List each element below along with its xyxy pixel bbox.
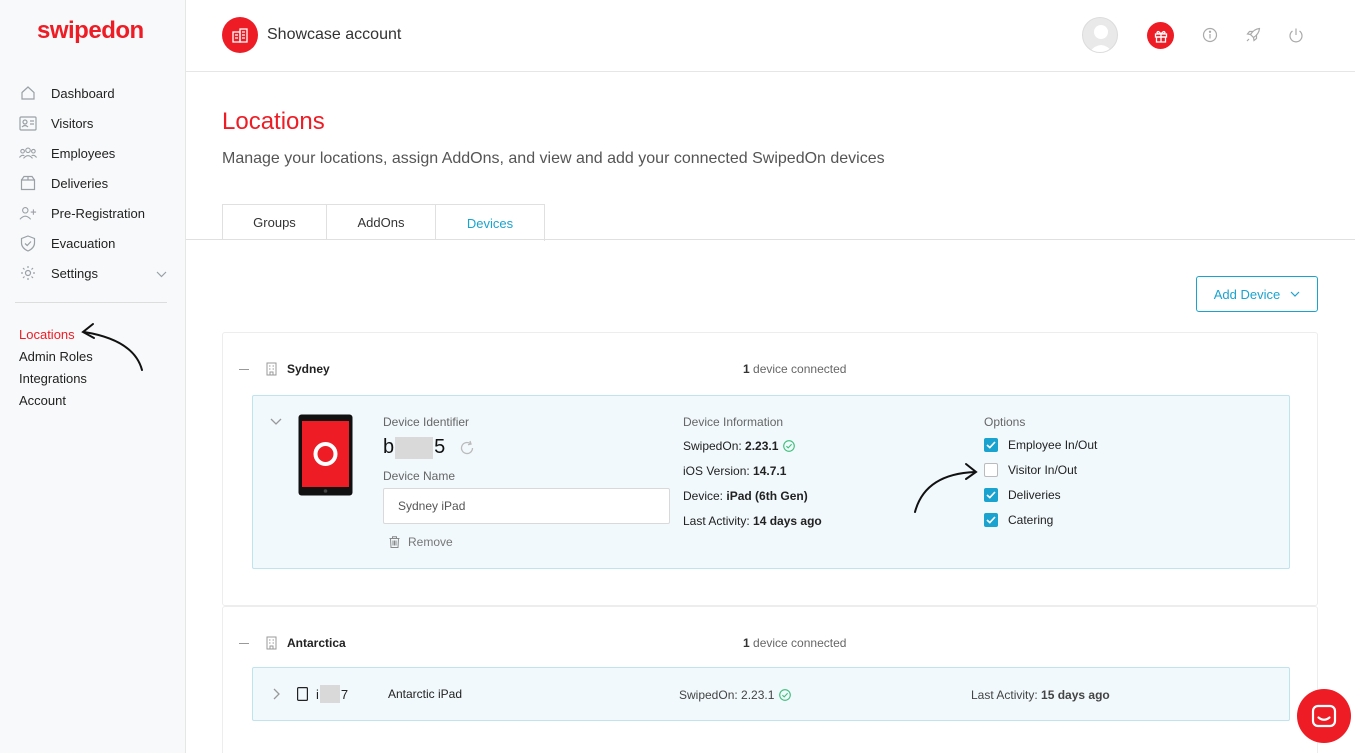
building-icon [232, 28, 248, 43]
page-subtitle: Manage your locations, assign AddOns, an… [222, 150, 885, 167]
checkbox-unchecked[interactable] [984, 463, 998, 477]
annotation-arrow-icon [81, 323, 143, 371]
submenu-item-account[interactable]: Account [19, 389, 93, 411]
power-icon[interactable] [1287, 26, 1305, 44]
device-row[interactable]: i7 Antarctic iPad SwipedOn: 2.23.1 Last … [252, 667, 1290, 721]
chat-icon [1311, 704, 1337, 728]
checkbox-checked[interactable] [984, 488, 998, 502]
sidebar-nav: Dashboard Visitors Employees Deliveries … [19, 78, 169, 288]
rocket-icon[interactable] [1244, 26, 1262, 44]
avatar[interactable] [1082, 17, 1118, 53]
ios-version: iOS Version: 14.7.1 [683, 464, 787, 478]
page-title: Locations [222, 108, 325, 135]
device-identifier-label: Device Identifier [383, 415, 470, 429]
tab-groups[interactable]: Groups [222, 204, 327, 240]
swipedon-logo[interactable]: swipedon [37, 17, 144, 45]
sidebar-item-label: Pre-Registration [51, 205, 145, 221]
device-name-field[interactable] [383, 488, 670, 524]
location-name: Sydney [287, 362, 330, 376]
chevron-down-icon[interactable] [156, 266, 167, 281]
tabs-divider [186, 239, 1355, 240]
sidebar-item-label: Visitors [51, 115, 94, 131]
sidebar-item-settings[interactable]: Settings [19, 258, 169, 288]
chat-button[interactable] [1297, 689, 1351, 743]
gift-button[interactable] [1147, 22, 1174, 49]
sidebar-item-label: Employees [51, 145, 116, 161]
last-activity: Last Activity: 15 days ago [971, 688, 1110, 702]
device-identifier: b5 [383, 436, 475, 459]
tab-addons[interactable]: AddOns [327, 204, 436, 240]
shield-icon [19, 234, 37, 252]
swipedon-version: SwipedOn: 2.23.1 [679, 688, 792, 702]
box-icon [19, 174, 37, 192]
collapse-icon[interactable] [239, 369, 249, 370]
sidebar-item-label: Deliveries [51, 175, 109, 191]
location-card-sydney: Sydney 1 device connected Device Identif… [222, 332, 1318, 606]
checkbox-checked[interactable] [984, 438, 998, 452]
location-name: Antarctica [287, 636, 346, 650]
swipedon-version: SwipedOn: 2.23.1 [683, 439, 796, 453]
device-count: 1 device connected [743, 636, 847, 650]
collapse-icon[interactable] [239, 643, 249, 644]
add-device-label: Add Device [1213, 286, 1281, 302]
employees-icon [19, 144, 37, 162]
sidebar-item-label: Dashboard [51, 85, 115, 101]
option-deliveries[interactable]: Deliveries [984, 488, 1061, 502]
tablet-image [298, 414, 353, 496]
sidebar-item-employees[interactable]: Employees [19, 138, 169, 168]
option-catering[interactable]: Catering [984, 513, 1053, 527]
tablet-icon [297, 687, 308, 701]
option-employee-in-out[interactable]: Employee In/Out [984, 438, 1097, 452]
option-visitor-in-out[interactable]: Visitor In/Out [984, 463, 1077, 477]
sidebar: swipedon Dashboard Visitors Employees De… [0, 0, 186, 753]
tab-bar: Groups AddOns Devices [222, 204, 545, 241]
info-icon[interactable] [1201, 26, 1219, 44]
device-identifier: i7 [316, 685, 349, 703]
building-icon [266, 362, 277, 376]
visitor-card-icon [19, 114, 37, 132]
location-header: Antarctica 1 device connected [223, 607, 1317, 667]
sidebar-item-label: Settings [51, 265, 98, 281]
topbar: Showcase account [186, 0, 1355, 72]
chevron-down-icon[interactable] [270, 418, 282, 426]
location-header: Sydney 1 device connected [223, 333, 1317, 393]
sidebar-divider [15, 302, 167, 303]
checkbox-checked[interactable] [984, 513, 998, 527]
device-count: 1 device connected [743, 362, 847, 376]
annotation-arrow-icon [914, 463, 978, 513]
check-circle-icon [783, 440, 796, 452]
redacted-mask [319, 685, 340, 703]
sidebar-item-deliveries[interactable]: Deliveries [19, 168, 169, 198]
account-name[interactable]: Showcase account [267, 26, 401, 44]
last-activity: Last Activity: 14 days ago [683, 514, 822, 528]
add-user-icon [19, 204, 37, 222]
tab-devices[interactable]: Devices [436, 204, 545, 241]
trash-icon [389, 536, 400, 548]
chevron-right-icon[interactable] [273, 688, 281, 700]
device-name: Antarctic iPad [388, 687, 463, 701]
device-name-label: Device Name [383, 469, 456, 483]
refresh-icon[interactable] [459, 440, 475, 456]
remove-button[interactable]: Remove [389, 535, 453, 549]
redacted-mask [395, 436, 434, 459]
gear-icon [19, 264, 37, 282]
device-model: Device: iPad (6th Gen) [683, 489, 808, 503]
building-icon [266, 636, 277, 650]
chevron-down-icon [1290, 291, 1300, 297]
device-information-label: Device Information [683, 415, 784, 429]
home-icon [19, 84, 37, 102]
check-circle-icon [779, 689, 792, 701]
location-card-antarctica: Antarctica 1 device connected i7 Antarct… [222, 606, 1318, 753]
account-badge[interactable] [222, 17, 258, 53]
sidebar-item-dashboard[interactable]: Dashboard [19, 78, 169, 108]
add-device-button[interactable]: Add Device [1196, 276, 1318, 312]
options-label: Options [984, 415, 1026, 429]
sidebar-item-evacuation[interactable]: Evacuation [19, 228, 169, 258]
sidebar-item-visitors[interactable]: Visitors [19, 108, 169, 138]
sidebar-item-pre-registration[interactable]: Pre-Registration [19, 198, 169, 228]
gift-icon [1154, 30, 1167, 43]
sidebar-item-label: Evacuation [51, 235, 116, 251]
device-panel: Device Identifier b5 Device Name Remove … [252, 395, 1290, 569]
